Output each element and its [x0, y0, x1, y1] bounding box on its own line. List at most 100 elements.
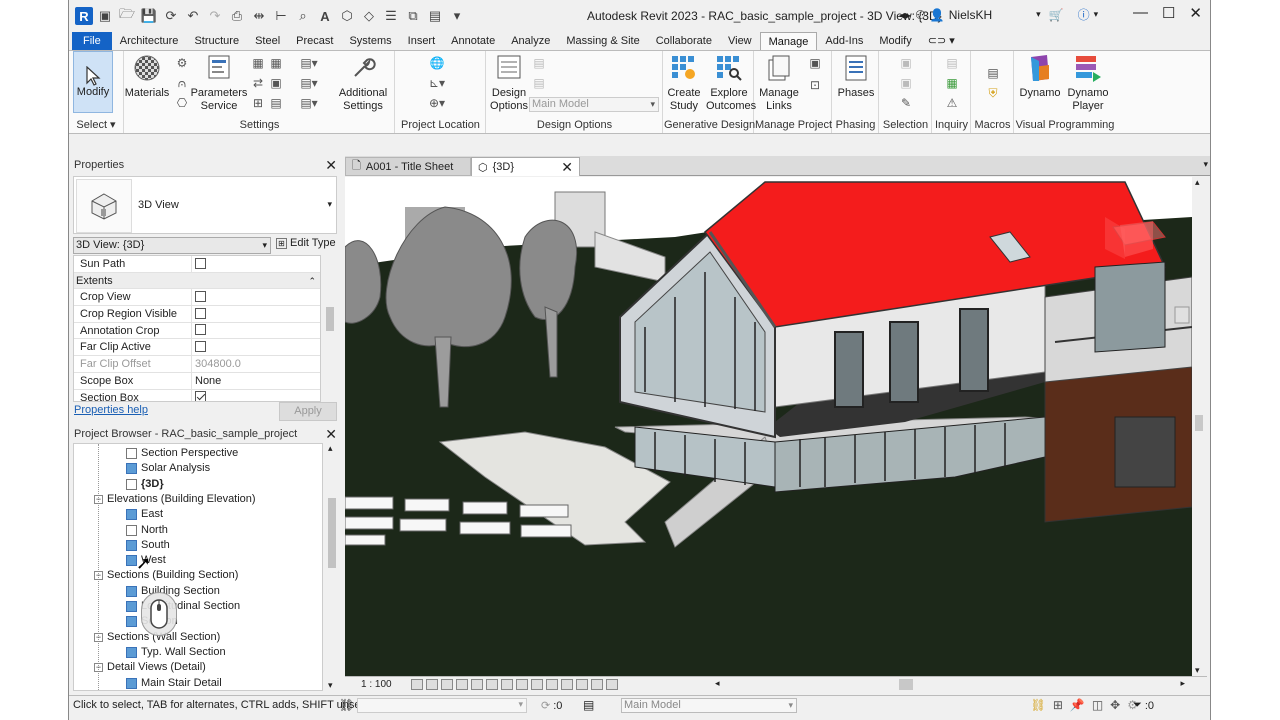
tab-steel[interactable]: Steel [247, 32, 288, 50]
property-checkbox[interactable] [195, 341, 206, 353]
scroll-thumb[interactable] [1195, 415, 1203, 431]
maximize-icon[interactable]: ☐ [1162, 4, 1175, 22]
editing-requests[interactable]: ⟳ :0 [541, 699, 562, 713]
property-value[interactable]: 304800.0 [192, 356, 320, 372]
tab-collaborate[interactable]: Collaborate [648, 32, 720, 50]
dimension-icon[interactable]: ⊢ [271, 6, 291, 26]
worksharing-icon[interactable]: ⛓ [339, 698, 354, 712]
scroll-thumb[interactable] [326, 307, 334, 331]
binoculars-icon[interactable]: ⚇ [915, 8, 926, 22]
undo-icon[interactable]: ↶ [183, 6, 203, 26]
active-design-option[interactable]: Main Model ▾ [621, 698, 797, 713]
select-pinned-icon[interactable]: 📌 [1070, 698, 1085, 712]
tab-precast[interactable]: Precast [288, 32, 341, 50]
thin-lines-icon[interactable]: ☰ [381, 6, 401, 26]
property-checkbox[interactable] [195, 324, 206, 336]
panel-schedules-icon[interactable]: ▤▾ [300, 75, 317, 91]
dynamo-button[interactable]: Dynamo [1017, 53, 1063, 100]
temp-hide-icon[interactable] [531, 679, 543, 690]
minimize-icon[interactable]: — [1133, 4, 1148, 22]
explore-outcomes-button[interactable]: Explore Outcomes [706, 53, 756, 113]
collapse-icon[interactable]: − [94, 494, 103, 504]
highlight-displacement-icon[interactable] [591, 679, 603, 690]
crop-view-icon[interactable] [486, 679, 498, 690]
tab-3d-view[interactable]: ⬡ {3D} ✕ [471, 157, 580, 176]
help-dropdown-icon[interactable]: ▾ [1094, 9, 1099, 20]
tab-annotate[interactable]: Annotate [443, 32, 503, 50]
measure-icon[interactable]: ⇹ [249, 6, 269, 26]
tab-view[interactable]: View [720, 32, 760, 50]
properties-help-link[interactable]: Properties help [74, 404, 148, 416]
location-globe-icon[interactable]: 🌐 [429, 55, 445, 71]
browser-view-item[interactable]: East [126, 507, 163, 522]
position-icon[interactable]: ⊕▾ [429, 95, 445, 111]
ids-icon[interactable]: ▤ [944, 55, 960, 71]
scroll-thumb[interactable] [899, 679, 913, 690]
user-icon[interactable]: 👤 [930, 8, 945, 22]
browser-view-item[interactable]: South [126, 538, 170, 553]
property-checkbox[interactable] [195, 290, 206, 302]
location-settings-icon[interactable]: ▤▾ [300, 95, 317, 111]
scroll-up-icon[interactable]: ▴ [1195, 177, 1200, 188]
edit-type-button[interactable]: ⊞ Edit Type [276, 237, 336, 249]
chevron-down-icon[interactable]: ▾ [1036, 9, 1041, 20]
browser-scrollbar[interactable]: ▴ ▾ [325, 443, 339, 691]
select-by-face-icon[interactable]: ◫ [1092, 698, 1103, 712]
starting-view-icon[interactable]: ⊡ [807, 77, 823, 93]
tab-structure[interactable]: Structure [186, 32, 247, 50]
property-checkbox[interactable] [195, 391, 206, 401]
main-model-select[interactable]: Main Model ▾ [529, 97, 659, 112]
section-icon[interactable]: ◇ [359, 6, 379, 26]
purge-icon[interactable]: ▣ [268, 75, 284, 91]
customize-qat-icon[interactable]: ▾ [447, 6, 467, 26]
create-study-button[interactable]: Create Study [664, 53, 704, 113]
select-underlay-icon[interactable]: ⊞ [1053, 698, 1063, 712]
tab-architecture[interactable]: Architecture [112, 32, 187, 50]
sun-path-icon[interactable] [441, 679, 453, 690]
crop-region-icon[interactable] [501, 679, 513, 690]
tab-overflow-icon[interactable]: ▾ [1203, 159, 1208, 170]
collapse-icon[interactable]: ⌃ [308, 273, 320, 289]
edit-selection-icon[interactable]: ✎ [898, 95, 914, 111]
close-icon[interactable]: ✕ [1189, 4, 1202, 22]
structural-settings-icon[interactable]: ▤ [268, 95, 284, 111]
shadows-icon[interactable] [456, 679, 468, 690]
viewport-horizontal-scrollbar[interactable]: ◂ ▸ [715, 678, 1185, 690]
tab-modify[interactable]: Modify [871, 32, 919, 50]
close-hidden-icon[interactable]: ⧉ [403, 6, 423, 26]
phases-button[interactable]: Phases [837, 53, 875, 100]
visual-style-icon[interactable] [426, 679, 438, 690]
browser-view-item[interactable]: Section Perspective [126, 446, 238, 461]
tab-file[interactable]: File [72, 32, 112, 50]
property-checkbox[interactable] [195, 257, 206, 269]
macro-security-icon[interactable]: ⛨ [985, 85, 1001, 101]
browser-view-item[interactable]: Main Stair Detail [126, 676, 222, 691]
mep-settings-icon[interactable]: ▤▾ [300, 55, 317, 71]
scroll-left-icon[interactable]: ◂ [715, 678, 720, 689]
tab-extra-dropdown-icon[interactable]: ⊂⊃ ▾ [920, 32, 963, 50]
additional-settings-button[interactable]: Additional Settings [333, 53, 393, 113]
project-info-icon[interactable]: ⎔ [174, 95, 190, 111]
close-icon[interactable]: ✕ [325, 157, 337, 174]
text-icon[interactable]: A [315, 6, 335, 26]
snaps-icon[interactable]: ⩀ [174, 75, 190, 91]
browser-view-item[interactable]: West [126, 553, 166, 568]
scroll-down-icon[interactable]: ▾ [1195, 665, 1200, 676]
apply-button[interactable]: Apply [279, 402, 337, 421]
viewport-vertical-scrollbar[interactable]: ▴ ▾ [1192, 177, 1206, 676]
manage-images-icon[interactable]: ▣ [807, 55, 823, 71]
username[interactable]: NielsKH [949, 8, 992, 22]
tab-manage[interactable]: Manage [759, 32, 818, 50]
close-icon[interactable]: ✕ [325, 426, 337, 443]
filter-count[interactable]: ⏷ :0 [1133, 699, 1154, 712]
temp-view-props-icon[interactable] [561, 679, 573, 690]
save-selection-icon[interactable]: ▣ [898, 55, 914, 71]
collapse-icon[interactable]: − [94, 632, 103, 642]
scroll-thumb[interactable] [328, 498, 336, 568]
add-to-set-icon[interactable]: ▤ [531, 55, 547, 71]
transfer-standards-icon[interactable]: ⇄ [250, 75, 266, 91]
manage-links-button[interactable]: Manage Links [755, 53, 803, 113]
property-value[interactable]: None [192, 373, 320, 389]
warnings-icon[interactable]: ⚠ [944, 95, 960, 111]
project-units-icon[interactable]: ⊞ [250, 95, 266, 111]
